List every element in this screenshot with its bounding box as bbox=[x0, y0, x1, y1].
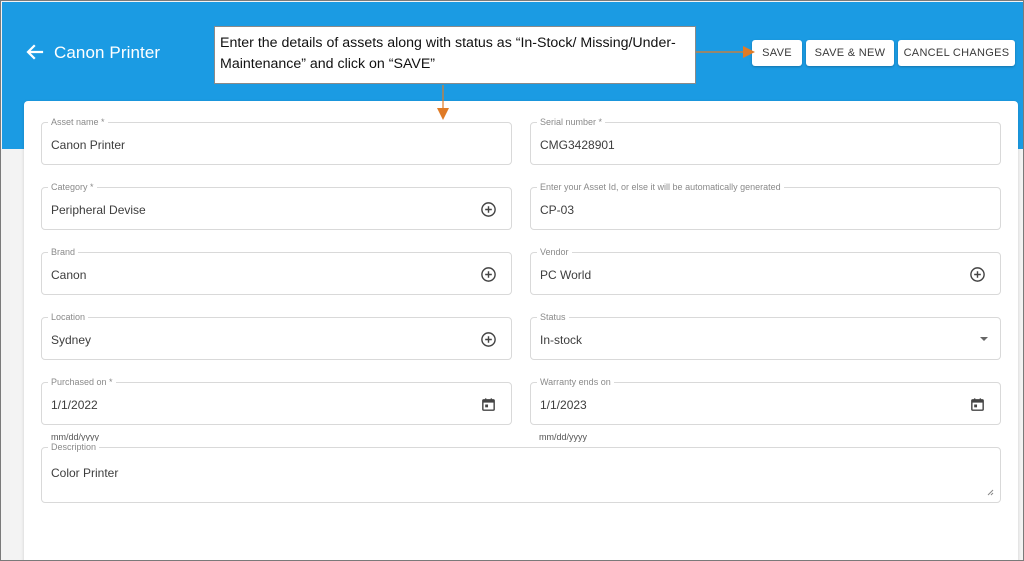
add-circle-icon[interactable] bbox=[480, 201, 497, 218]
warranty-ends-on-hint: mm/dd/yyyy bbox=[539, 432, 588, 442]
status-select[interactable]: Status In-stock bbox=[530, 311, 1001, 360]
purchased-on-field[interactable]: Purchased on * 1/1/2022 bbox=[41, 376, 512, 425]
brand-value: Canon bbox=[51, 268, 87, 282]
warranty-ends-on-field[interactable]: Warranty ends on 1/1/2023 bbox=[530, 376, 1001, 425]
arrow-left-icon[interactable] bbox=[25, 42, 45, 62]
category-value: Peripheral Devise bbox=[51, 203, 146, 217]
warranty-ends-on-value: 1/1/2023 bbox=[540, 398, 587, 412]
asset-id-field[interactable]: Enter your Asset Id, or else it will be … bbox=[530, 181, 1001, 230]
vendor-value: PC World bbox=[540, 268, 592, 282]
asset-id-label: Enter your Asset Id, or else it will be … bbox=[537, 181, 784, 193]
add-circle-icon[interactable] bbox=[480, 331, 497, 348]
description-textarea[interactable]: Description Color Printer bbox=[41, 441, 1001, 503]
calendar-icon[interactable] bbox=[969, 396, 986, 413]
warranty-ends-on-label: Warranty ends on bbox=[537, 376, 614, 388]
calendar-icon[interactable] bbox=[480, 396, 497, 413]
status-label: Status bbox=[537, 311, 569, 323]
category-field[interactable]: Category * Peripheral Devise bbox=[41, 181, 512, 230]
instruction-callout: Enter the details of assets along with s… bbox=[214, 26, 696, 84]
add-circle-icon[interactable] bbox=[969, 266, 986, 283]
page-title: Canon Printer bbox=[54, 43, 161, 62]
asset-name-label: Asset name * bbox=[48, 116, 108, 128]
brand-field[interactable]: Brand Canon bbox=[41, 246, 512, 295]
brand-label: Brand bbox=[48, 246, 79, 258]
vendor-label: Vendor bbox=[537, 246, 572, 258]
serial-number-label: Serial number * bbox=[537, 116, 606, 128]
serial-number-field[interactable]: Serial number * CMG3428901 bbox=[530, 116, 1001, 165]
asset-form-card: Asset name * Canon Printer Serial number… bbox=[24, 101, 1018, 560]
add-circle-icon[interactable] bbox=[480, 266, 497, 283]
location-value: Sydney bbox=[51, 333, 92, 347]
save-button[interactable]: SAVE bbox=[752, 40, 802, 66]
purchased-on-value: 1/1/2022 bbox=[51, 398, 98, 412]
resize-handle-icon[interactable] bbox=[987, 489, 994, 496]
app-frame: Canon Printer SAVE SAVE & NEW CANCEL CHA… bbox=[0, 0, 1024, 561]
asset-name-value: Canon Printer bbox=[51, 138, 126, 152]
toolbar: SAVE SAVE & NEW CANCEL CHANGES bbox=[752, 40, 1015, 66]
location-label: Location bbox=[48, 311, 89, 323]
cancel-changes-button[interactable]: CANCEL CHANGES bbox=[898, 40, 1015, 66]
description-value: Color Printer bbox=[51, 466, 119, 480]
dropdown-caret-icon[interactable] bbox=[980, 337, 988, 341]
purchased-on-label: Purchased on * bbox=[48, 376, 116, 388]
category-label: Category * bbox=[48, 181, 97, 193]
status-value: In-stock bbox=[540, 333, 583, 347]
serial-number-value: CMG3428901 bbox=[540, 138, 615, 152]
save-and-new-button[interactable]: SAVE & NEW bbox=[806, 40, 894, 66]
asset-id-value: CP-03 bbox=[540, 203, 575, 217]
location-field[interactable]: Location Sydney bbox=[41, 311, 512, 360]
vendor-field[interactable]: Vendor PC World bbox=[530, 246, 1001, 295]
description-label: Description bbox=[48, 441, 100, 453]
asset-name-field[interactable]: Asset name * Canon Printer bbox=[41, 116, 512, 165]
